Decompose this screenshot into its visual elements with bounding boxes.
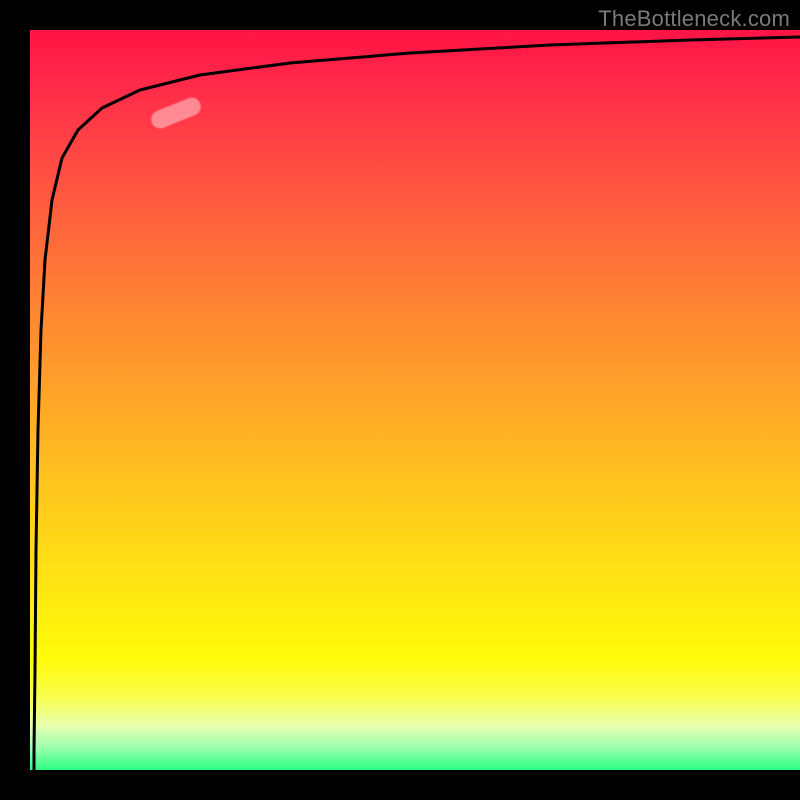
chart-plot-area [30,30,800,770]
attribution-label: TheBottleneck.com [598,6,790,32]
chart-curve [30,30,800,770]
curve-path [34,37,800,770]
